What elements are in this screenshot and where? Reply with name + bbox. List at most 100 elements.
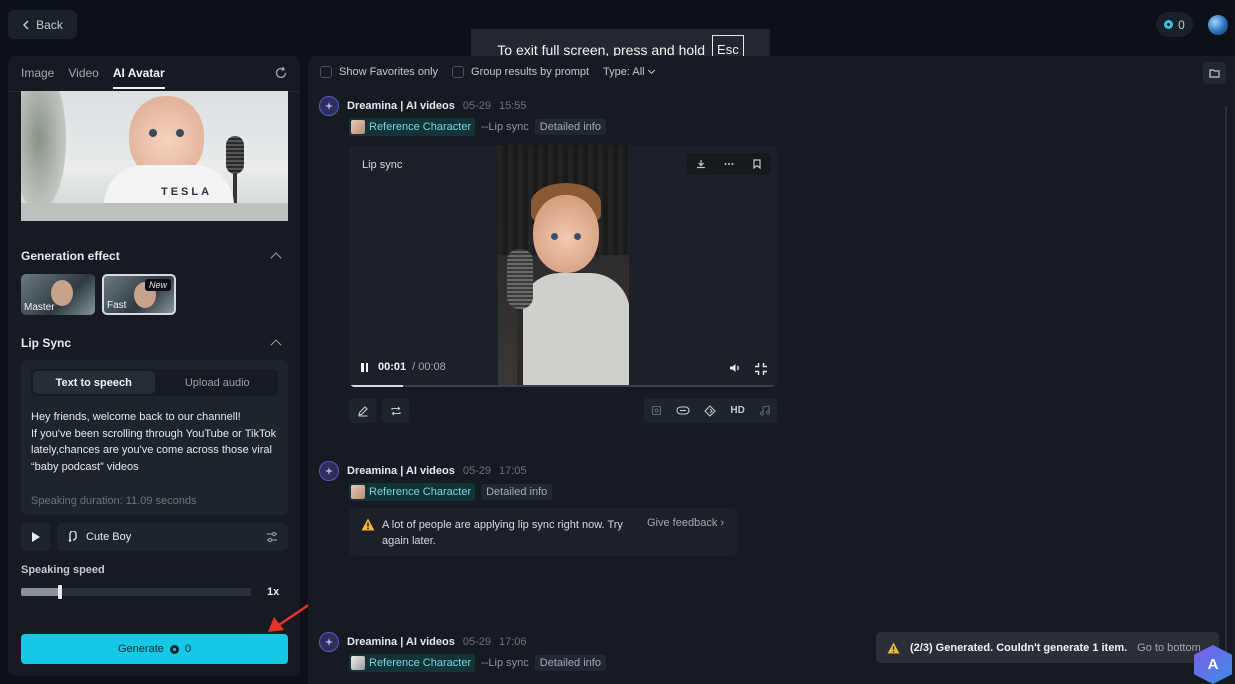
- go-to-bottom-link[interactable]: Go to bottom: [1137, 642, 1201, 654]
- give-feedback-link[interactable]: Give feedback ›: [647, 517, 724, 529]
- tab-image[interactable]: Image: [21, 66, 54, 89]
- voice-name: Cute Boy: [86, 531, 132, 543]
- folder-icon: [1209, 69, 1220, 78]
- ref-label: Reference Character: [369, 657, 472, 669]
- frame-icon[interactable]: [651, 405, 662, 416]
- credits-count: 0: [1178, 17, 1185, 32]
- reference-thumb: [351, 485, 365, 499]
- upscale-icon[interactable]: [704, 404, 717, 417]
- script-line: “baby podcast” videos: [31, 460, 139, 473]
- fullscreen-exit-icon[interactable]: [754, 362, 768, 376]
- favorites-checkbox[interactable]: [320, 66, 332, 78]
- speed-slider-handle[interactable]: [58, 585, 63, 599]
- shirt-logo: TESLA: [161, 186, 213, 198]
- voice-select[interactable]: Cute Boy: [57, 523, 288, 551]
- video-progress-fill: [349, 385, 403, 387]
- effect-label: Master: [24, 302, 55, 313]
- result-tags: Reference Character --Lip sync Detailed …: [349, 654, 606, 672]
- pause-icon[interactable]: [361, 362, 368, 372]
- reference-image[interactable]: TESLA: [21, 91, 288, 221]
- result-header: Dreamina | AI videos 05-29 17:06: [319, 632, 527, 652]
- credit-icon: [169, 644, 179, 654]
- folder-button[interactable]: [1203, 62, 1226, 84]
- results-panel: Show Favorites only Group results by pro…: [308, 56, 1235, 684]
- type-select[interactable]: Type: All: [603, 66, 655, 78]
- reference-character-tag[interactable]: Reference Character: [349, 654, 476, 672]
- hd-button[interactable]: HD: [730, 405, 744, 416]
- result-date: 05-29: [462, 100, 491, 112]
- reference-thumb: [351, 656, 365, 670]
- regenerate-button[interactable]: [382, 398, 409, 423]
- script-line: Hey friends, welcome back to our channel…: [31, 411, 241, 423]
- generate-button[interactable]: Generate 0: [21, 634, 288, 664]
- group-checkbox[interactable]: [452, 66, 465, 78]
- credit-icon: [1164, 20, 1174, 29]
- user-avatar[interactable]: [1208, 15, 1228, 35]
- chevron-down-icon: [647, 66, 655, 75]
- lip-sync-title: Lip Sync: [21, 336, 72, 350]
- new-badge: New: [144, 279, 171, 291]
- generate-label: Generate: [118, 643, 164, 655]
- tab-ai-avatar[interactable]: AI Avatar: [112, 66, 165, 89]
- effect-option-fast[interactable]: New Fast: [102, 274, 176, 315]
- preview-play-button[interactable]: [21, 523, 50, 551]
- dreamina-logo-icon: [319, 96, 339, 116]
- effect-option-master[interactable]: Master: [21, 274, 95, 315]
- reference-thumb: [351, 120, 365, 134]
- download-icon[interactable]: [696, 159, 706, 169]
- group-filter[interactable]: Group results by prompt: [452, 66, 589, 78]
- video-progress-bar[interactable]: [349, 385, 777, 387]
- result-title: Dreamina | AI videos: [347, 100, 455, 112]
- tab-text-to-speech[interactable]: Text to speech: [33, 371, 155, 394]
- warning-icon: [361, 518, 375, 531]
- back-button[interactable]: Back: [8, 10, 77, 39]
- detailed-info-button[interactable]: Detailed info: [534, 655, 606, 671]
- back-label: Back: [36, 17, 63, 32]
- interpolate-icon[interactable]: [676, 405, 690, 416]
- audio-source-toggle: Text to speech Upload audio: [31, 369, 278, 396]
- collapse-icon[interactable]: [270, 252, 282, 264]
- generate-cost: 0: [184, 643, 191, 655]
- status-text: (2/3) Generated. Couldn't generate 1 ite…: [910, 641, 1128, 654]
- scrollbar[interactable]: [1225, 106, 1227, 666]
- video-toolbar: [687, 153, 771, 175]
- feedback-label: Give feedback: [647, 517, 718, 529]
- volume-icon[interactable]: [729, 363, 741, 373]
- generation-status-toast: (2/3) Generated. Couldn't generate 1 ite…: [876, 632, 1219, 663]
- mode-tabs: Image Video AI Avatar: [21, 66, 165, 89]
- pencil-icon: [357, 405, 368, 417]
- lip-sync-panel: Text to speech Upload audio Hey friends,…: [21, 360, 288, 515]
- result-header: Dreamina | AI videos 05-29 15:55: [319, 96, 527, 116]
- reset-icon[interactable]: [274, 66, 288, 80]
- reference-character-tag[interactable]: Reference Character: [349, 483, 476, 501]
- more-icon[interactable]: [724, 159, 734, 169]
- total-time: / 00:08: [412, 361, 446, 373]
- tab-video[interactable]: Video: [68, 66, 98, 89]
- result-header: Dreamina | AI videos 05-29 17:05: [319, 461, 527, 481]
- credits-pill[interactable]: 0: [1156, 12, 1193, 37]
- dreamina-logo-icon: [319, 461, 339, 481]
- edit-button[interactable]: [349, 398, 376, 423]
- ref-label: Reference Character: [369, 121, 472, 133]
- reference-character-tag[interactable]: Reference Character: [349, 118, 476, 136]
- detailed-info-button[interactable]: Detailed info: [481, 484, 553, 500]
- dreamina-logo-icon: [319, 632, 339, 652]
- video-player[interactable]: Lip sync 00:01 / 00:08: [349, 145, 777, 387]
- tab-upload-audio[interactable]: Upload audio: [157, 369, 279, 396]
- favorites-filter[interactable]: Show Favorites only: [320, 66, 438, 78]
- audio-icon[interactable]: [759, 405, 770, 416]
- result-date: 05-29: [462, 636, 491, 648]
- playback-controls: 00:01 / 00:08: [361, 361, 446, 373]
- chevron-left-icon: [23, 19, 29, 30]
- detailed-info-button[interactable]: Detailed info: [534, 119, 606, 135]
- bookmark-icon[interactable]: [752, 159, 762, 169]
- badge-letters: A: [1207, 656, 1219, 673]
- speed-slider[interactable]: [21, 585, 251, 599]
- collapse-icon[interactable]: [270, 339, 282, 351]
- generation-effect-title: Generation effect: [21, 249, 120, 263]
- script-textarea[interactable]: Hey friends, welcome back to our channel…: [31, 409, 281, 475]
- warning-message: A lot of people are applying lip sync ri…: [349, 508, 737, 556]
- enhance-toolstrip: HD: [644, 398, 777, 423]
- settings-sliders-icon[interactable]: [266, 531, 278, 543]
- type-label: Type: All: [603, 66, 645, 78]
